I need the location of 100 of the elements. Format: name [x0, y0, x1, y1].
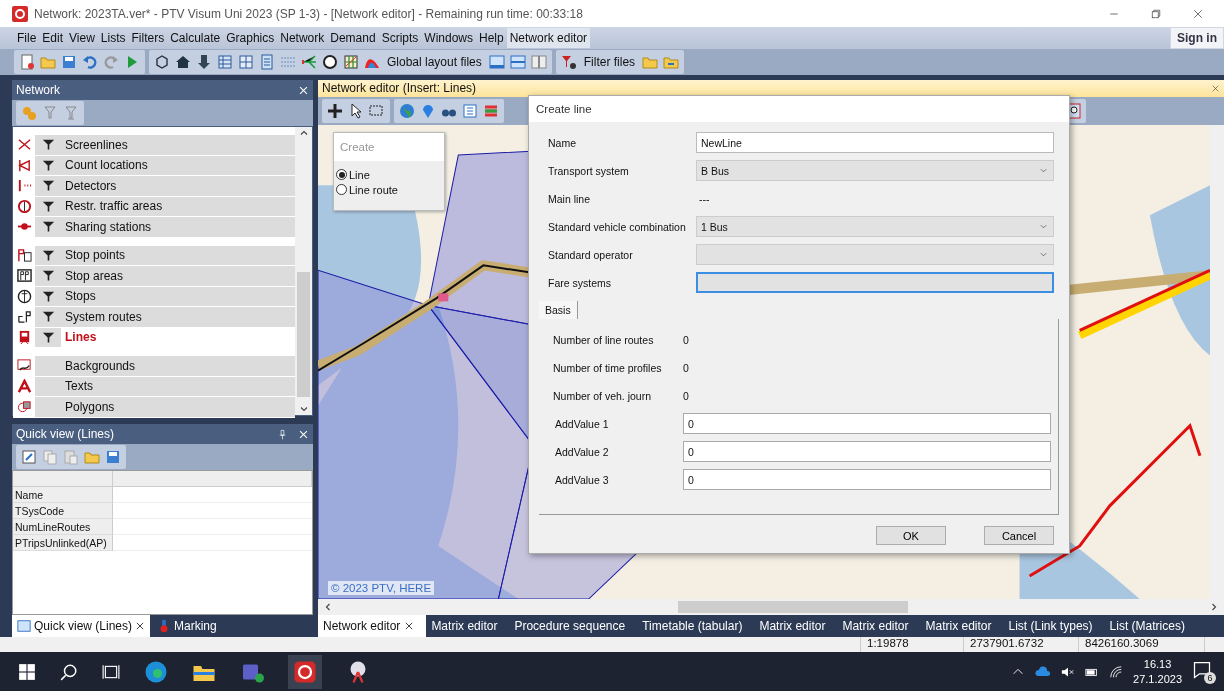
scrollbar[interactable] [318, 599, 1224, 615]
menu-item[interactable]: Help [476, 28, 507, 48]
filter-icon[interactable] [41, 310, 55, 324]
browser-icon[interactable] [144, 659, 168, 684]
document-tab[interactable]: List (Matrices) [1104, 615, 1197, 637]
grid-icon[interactable] [217, 54, 233, 70]
folder-export-icon[interactable] [663, 54, 680, 70]
new-file-icon[interactable] [19, 54, 35, 70]
filter-icon[interactable] [41, 220, 55, 234]
menu-item[interactable]: Windows [421, 28, 476, 48]
sign-in-button[interactable]: Sign in [1170, 27, 1224, 49]
filter-icon[interactable] [41, 289, 55, 303]
restore-icon[interactable] [1150, 7, 1162, 20]
download-icon[interactable] [196, 54, 212, 70]
crosshair-icon[interactable] [327, 102, 343, 119]
vertical-split-icon[interactable] [530, 54, 547, 70]
search-icon[interactable] [60, 662, 78, 681]
filter-icon[interactable] [41, 199, 55, 213]
document-tab[interactable]: Matrix editor [754, 615, 838, 637]
document-tab[interactable]: Matrix editor [426, 615, 510, 637]
filter-icon[interactable] [41, 269, 55, 283]
menu-item[interactable]: Calculate [167, 28, 224, 48]
field-value: 0 [683, 360, 690, 376]
close-icon[interactable] [298, 428, 309, 440]
field-value: --- [698, 191, 711, 207]
filter-icon[interactable] [41, 248, 55, 262]
list-field[interactable] [696, 272, 1054, 293]
menu-item[interactable]: View [66, 28, 98, 48]
selection-icon[interactable] [369, 102, 385, 119]
document-tab[interactable]: List (Link types) [1003, 615, 1105, 637]
menu-item[interactable]: Edit [39, 28, 67, 48]
table-icon[interactable] [238, 54, 254, 70]
menu-item[interactable]: Network [277, 28, 328, 48]
close-icon[interactable] [404, 621, 415, 631]
edit-icon[interactable] [21, 449, 37, 465]
dialog-title: Create line [529, 96, 1069, 122]
filter-icon[interactable] [41, 330, 55, 344]
text-field[interactable]: 0 [683, 441, 1051, 462]
location-pin-icon[interactable] [420, 102, 436, 119]
circle-icon[interactable] [322, 54, 338, 70]
panel-tab[interactable]: Marking [152, 615, 222, 637]
document-tab[interactable]: Timetable (tabular) [637, 615, 755, 637]
document-tab[interactable]: Matrix editor [920, 615, 1004, 637]
menu-item[interactable]: Network editor [506, 28, 591, 48]
dropdown[interactable]: B Bus [696, 160, 1054, 181]
chart-grid-icon[interactable] [343, 54, 359, 70]
window-layout-icon[interactable] [488, 54, 505, 70]
home-icon[interactable] [175, 54, 191, 70]
filter-gear-icon[interactable] [560, 54, 577, 70]
windows-start-icon[interactable] [18, 662, 36, 681]
radio-button[interactable] [336, 169, 347, 181]
polygon-icon [16, 399, 32, 415]
save-icon[interactable] [105, 449, 121, 465]
menu-item[interactable]: Lists [97, 28, 129, 48]
filter-icon[interactable] [41, 158, 55, 172]
app-logo-icon[interactable] [293, 659, 317, 684]
scrollbar[interactable] [1210, 124, 1224, 599]
radio-button[interactable] [336, 184, 347, 196]
pointer-icon[interactable] [348, 102, 364, 119]
taskbar-clock[interactable]: 16.13 27.1.2023 [1133, 656, 1182, 687]
pin-icon[interactable] [277, 428, 288, 440]
filter-icon[interactable] [41, 179, 55, 193]
ok-button[interactable]: OK [876, 526, 946, 545]
menu-item[interactable]: Graphics [223, 28, 278, 48]
menu-item[interactable]: Filters [128, 28, 168, 48]
branch-icon[interactable] [301, 54, 317, 70]
globe-icon[interactable] [399, 102, 415, 119]
field-label: Number of time profiles [553, 360, 663, 376]
text-field[interactable]: 0 [683, 413, 1051, 434]
global-layout-files-button[interactable]: Global layout files [385, 55, 484, 69]
task-view-icon[interactable] [102, 662, 120, 681]
horizontal-split-icon[interactable] [509, 54, 526, 70]
layer-item[interactable]: Lines [61, 327, 295, 347]
field-label: Name [547, 135, 577, 151]
menu-item[interactable]: Scripts [378, 28, 422, 48]
undo-icon[interactable] [82, 54, 98, 70]
menu-item[interactable]: File [14, 28, 40, 48]
cancel-button[interactable]: Cancel [984, 526, 1054, 545]
document-tab[interactable]: Network editor [318, 615, 427, 637]
tab[interactable]: Basis [539, 301, 578, 319]
list-icon[interactable] [462, 102, 478, 119]
document-tab[interactable]: Procedure sequence [509, 615, 638, 637]
close-icon[interactable] [135, 621, 146, 631]
cube-icon[interactable] [154, 54, 170, 70]
text-field[interactable]: NewLine [696, 132, 1054, 153]
text-field[interactable]: 0 [683, 469, 1051, 490]
menu-item[interactable]: Demand [327, 28, 379, 48]
screenline-icon [16, 137, 32, 153]
dropdown[interactable]: 1 Bus [696, 216, 1054, 237]
close-icon[interactable] [1192, 7, 1204, 20]
radio-label[interactable]: Line route [349, 183, 398, 196]
save-icon[interactable] [61, 54, 77, 70]
filter-icon[interactable] [41, 138, 55, 152]
notification-icon[interactable] [1192, 659, 1212, 680]
close-icon[interactable] [298, 84, 309, 96]
scrollbar[interactable] [295, 127, 312, 415]
wifi-icon[interactable] [1109, 664, 1124, 679]
document-tab[interactable]: Matrix editor [837, 615, 921, 637]
radio-label[interactable]: Line [349, 168, 370, 181]
panel-tab[interactable]: Quick view (Lines) [12, 615, 151, 637]
